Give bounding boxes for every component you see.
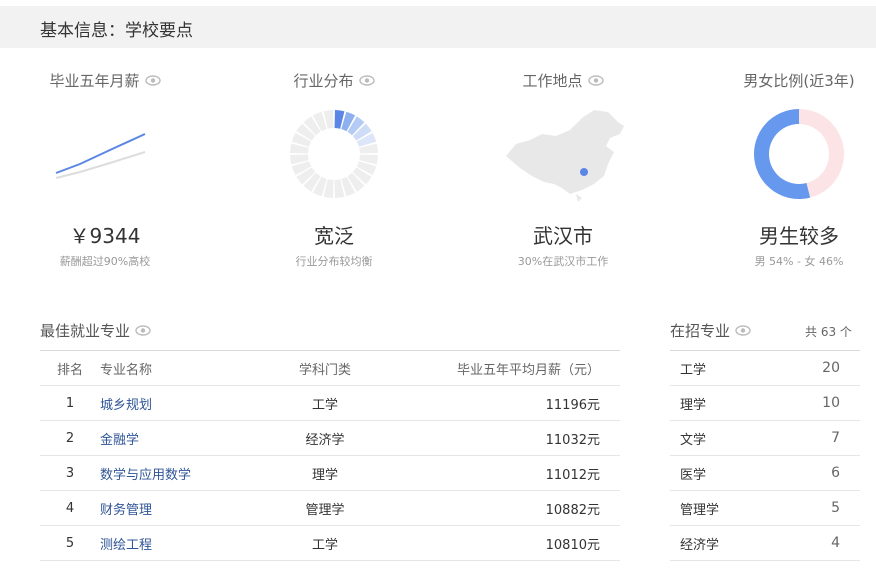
industry-card: 行业分布 宽泛 行业分布较均衡 — [229, 64, 439, 284]
list-item[interactable]: 医学 6 — [670, 455, 860, 491]
discipline-count: 7 — [777, 420, 860, 456]
rank-cell: 4 — [40, 490, 100, 526]
discipline-count: 20 — [777, 350, 860, 386]
industry-card-title: 行业分布 — [293, 72, 354, 90]
rank-cell: 5 — [40, 525, 100, 561]
location-card-title: 工作地点 — [522, 72, 583, 90]
gender-note: 男 54% - 女 46% — [754, 255, 844, 268]
table-row: 5 测绘工程 工学 10810元 — [40, 525, 620, 561]
table-row: 1 城乡规划 工学 11196元 — [40, 385, 620, 421]
rank-cell: 1 — [40, 385, 100, 421]
salary-cell: 11012元 — [400, 455, 620, 491]
salary-cell: 11196元 — [400, 385, 620, 421]
salary-card-header: 毕业五年月薪 — [0, 70, 210, 91]
china-map-shape — [506, 110, 624, 194]
china-map — [458, 104, 668, 204]
industry-card-header: 行业分布 — [229, 70, 439, 91]
table-row: 2 金融学 经济学 11032元 — [40, 420, 620, 456]
discipline-name: 文学 — [670, 420, 778, 456]
major-link[interactable]: 测绘工程 — [100, 538, 152, 553]
major-link[interactable]: 城乡规划 — [100, 398, 152, 413]
rank-cell: 2 — [40, 420, 100, 456]
eye-icon[interactable] — [144, 75, 161, 86]
column-header-rank: 排名 — [40, 350, 100, 386]
eye-icon[interactable] — [358, 75, 375, 86]
industry-note: 行业分布较均衡 — [295, 255, 373, 268]
eye-icon[interactable] — [735, 325, 751, 336]
location-marker — [580, 168, 588, 176]
eye-icon[interactable] — [587, 75, 604, 86]
list-item[interactable]: 工学 20 — [670, 350, 860, 386]
salary-trend-chart — [0, 104, 210, 204]
major-link[interactable]: 财务管理 — [100, 503, 152, 518]
discipline-count: 4 — [777, 525, 860, 561]
section-header: 基本信息：学校要点 — [0, 6, 876, 48]
category-cell: 理学 — [250, 455, 400, 491]
best-majors-title: 最佳就业专业 — [40, 322, 131, 340]
table-header-row: 排名 专业名称 学科门类 毕业五年平均月薪（元） — [40, 350, 620, 386]
enrolling-heading: 在招专业 — [670, 320, 751, 341]
gender-card-header: 男女比例(近3年) — [694, 70, 876, 91]
column-header-name: 专业名称 — [100, 350, 250, 386]
category-cell: 工学 — [250, 385, 400, 421]
benchmark-trend-line — [55, 151, 146, 179]
salary-trend-line — [55, 133, 146, 174]
column-header-category: 学科门类 — [250, 350, 400, 386]
eye-icon[interactable] — [135, 325, 151, 336]
list-item[interactable]: 经济学 4 — [670, 525, 860, 561]
gender-card-title: 男女比例(近3年) — [743, 72, 855, 90]
discipline-name: 理学 — [670, 385, 778, 421]
industry-value: 宽泛 — [314, 224, 354, 248]
category-cell: 工学 — [250, 525, 400, 561]
discipline-name: 经济学 — [670, 525, 778, 561]
salary-card-title: 毕业五年月薪 — [49, 72, 140, 90]
best-majors-table: 排名 专业名称 学科门类 毕业五年平均月薪（元） 1 城乡规划 工学 11196… — [40, 350, 620, 561]
salary-card: 毕业五年月薪 ￥9344 薪酬超过90%高校 — [0, 64, 210, 284]
location-value: 武汉市 — [533, 224, 593, 248]
discipline-count: 10 — [777, 385, 860, 421]
discipline-name: 医学 — [670, 455, 778, 491]
category-cell: 管理学 — [250, 490, 400, 526]
column-header-salary: 毕业五年平均月薪（元） — [400, 350, 620, 386]
salary-value: ￥9344 — [69, 224, 141, 248]
table-row: 3 数学与应用数学 理学 11012元 — [40, 455, 620, 491]
salary-cell: 10810元 — [400, 525, 620, 561]
enrolling-table: 工学 20 理学 10 文学 7 医学 6 管理学 5 经济学 4 — [670, 350, 860, 561]
gender-card: 男女比例(近3年) 男生较多 男 54% - 女 46% — [694, 64, 876, 284]
industry-ring-chart — [229, 104, 439, 204]
salary-cell: 11032元 — [400, 420, 620, 456]
location-card-header: 工作地点 — [458, 70, 668, 91]
category-cell: 经济学 — [250, 420, 400, 456]
salary-cell: 10882元 — [400, 490, 620, 526]
discipline-name: 管理学 — [670, 490, 778, 526]
list-item[interactable]: 管理学 5 — [670, 490, 860, 526]
best-majors-heading: 最佳就业专业 — [40, 320, 151, 341]
rank-cell: 3 — [40, 455, 100, 491]
gender-value: 男生较多 — [759, 224, 839, 248]
major-link[interactable]: 数学与应用数学 — [100, 468, 191, 483]
gender-donut-chart — [694, 104, 876, 204]
location-note: 30%在武汉市工作 — [517, 255, 609, 268]
salary-note: 薪酬超过90%高校 — [59, 255, 151, 268]
table-row: 4 财务管理 管理学 10882元 — [40, 490, 620, 526]
enrolling-count-text: 共 63 个 — [805, 325, 852, 339]
enrolling-title: 在招专业 — [670, 322, 731, 340]
section-title: 基本信息：学校要点 — [40, 21, 193, 41]
enrolling-count: 共 63 个 — [805, 323, 852, 340]
location-card: 工作地点 武汉市 30%在武汉市工作 — [458, 64, 668, 284]
discipline-count: 5 — [777, 490, 860, 526]
discipline-name: 工学 — [670, 350, 778, 386]
list-item[interactable]: 理学 10 — [670, 385, 860, 421]
list-item[interactable]: 文学 7 — [670, 420, 860, 456]
discipline-count: 6 — [777, 455, 860, 491]
major-link[interactable]: 金融学 — [100, 433, 139, 448]
